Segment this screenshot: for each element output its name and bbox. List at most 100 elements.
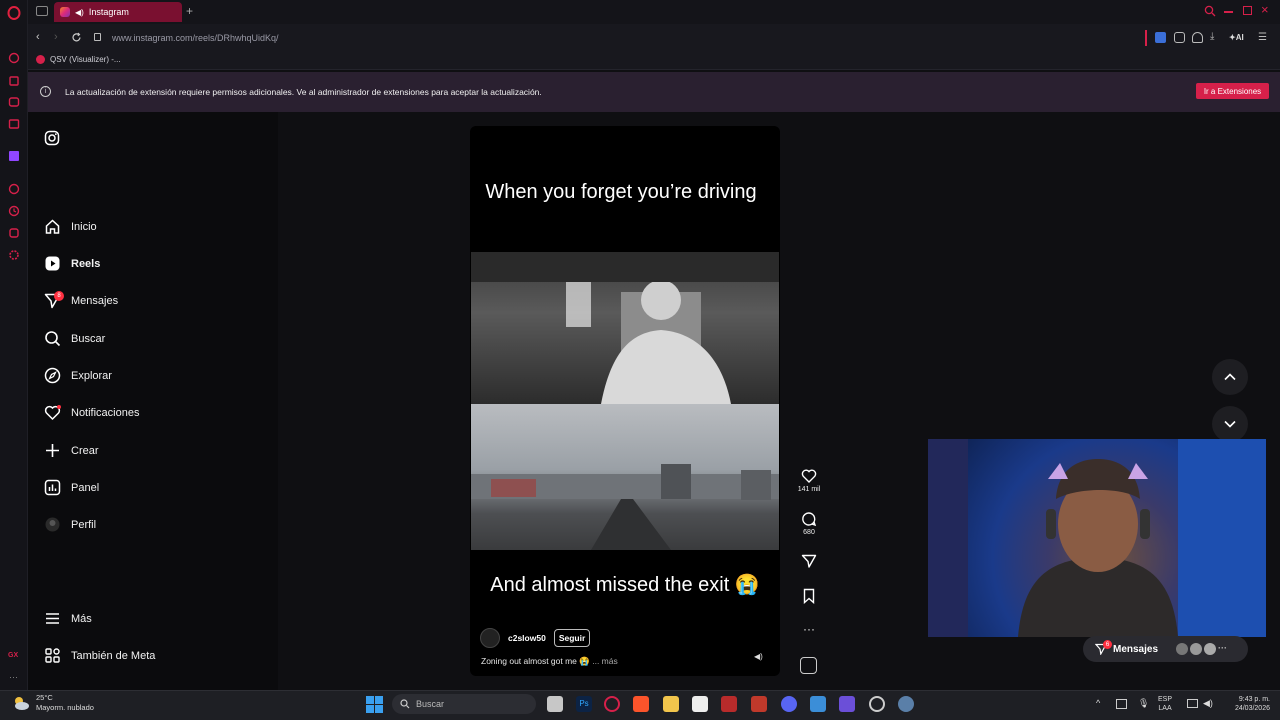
follow-button[interactable]: Seguir [553, 629, 591, 647]
maximize-icon[interactable] [1243, 6, 1252, 15]
caption-more-link[interactable]: ... más [592, 656, 618, 666]
speaker-icon[interactable]: ◀) [75, 8, 84, 17]
author-username[interactable]: c2slow50 [508, 633, 546, 643]
reel-caption: Zoning out almost got me 😭 ... más [481, 656, 618, 666]
network-icon[interactable] [1187, 699, 1198, 708]
nav-item-perfil[interactable]: Perfil [44, 516, 96, 533]
close-window-icon[interactable]: × [1261, 2, 1269, 17]
instagram-logo-icon[interactable] [44, 130, 60, 146]
sidebar-settings-icon[interactable] [7, 248, 21, 262]
opera-sidebar: GX ··· [0, 0, 28, 690]
sidebar-messenger-icon[interactable] [7, 95, 21, 109]
volume-icon[interactable]: ◀) [1203, 698, 1213, 709]
capcut-icon[interactable] [692, 696, 708, 712]
message-avatars: ··· [1176, 643, 1227, 655]
sidebar-speed-dial-icon[interactable] [7, 51, 21, 65]
like-heart-icon [801, 469, 817, 483]
url-field[interactable]: www.instagram.com/reels/DRhwhqUidKq/ [112, 33, 279, 43]
nav-item-inicio[interactable]: Inicio [44, 218, 97, 235]
tray-chevron-up-icon[interactable]: ^ [1096, 698, 1100, 708]
tab-instagram[interactable]: ◀) Instagram [54, 2, 182, 22]
sidebar-more-icon[interactable]: ··· [9, 672, 18, 682]
plus-icon [46, 444, 59, 457]
sidebar-player-icon[interactable] [7, 182, 21, 196]
photoshop-icon[interactable]: Ps [576, 696, 592, 712]
nav-item-panel[interactable]: Panel [44, 479, 99, 496]
audio-thumbnail-icon[interactable] [800, 657, 817, 674]
like-count: 141 mil [797, 486, 821, 493]
minimize-icon[interactable] [1224, 11, 1233, 13]
more-options-icon[interactable]: ··· [796, 622, 822, 636]
extensions-icon[interactable] [1174, 32, 1185, 43]
comment-count: 680 [803, 529, 815, 536]
profile-icon[interactable] [1192, 32, 1203, 43]
search-icon [45, 331, 61, 347]
bookmark-qsv[interactable]: QSV (Visualizer) -... [36, 55, 121, 64]
search-icon [400, 699, 410, 709]
taskbar-clock[interactable]: 9:43 p. m. 24/03/2026 [1222, 695, 1270, 713]
avatar [1190, 643, 1203, 655]
heart-icon [44, 405, 61, 421]
new-tab-plus-icon[interactable]: + [186, 4, 193, 18]
microphone-icon[interactable]: 🎙 [1138, 698, 1149, 709]
next-reel-button[interactable] [1212, 406, 1248, 442]
tab-bar [28, 0, 1280, 24]
taskbar-search[interactable]: Buscar [392, 694, 536, 714]
nav-item-explorar[interactable]: Explorar [44, 367, 112, 384]
windows-start-icon[interactable] [366, 696, 383, 713]
nav-item-crear[interactable]: Crear [44, 442, 99, 459]
bookmarks-bar [28, 52, 1280, 70]
obs-icon[interactable] [869, 696, 885, 712]
compass-icon [44, 367, 61, 384]
file-explorer-icon[interactable] [663, 696, 679, 712]
tab-title: Instagram [88, 7, 129, 17]
weather-condition: Mayorm. nublado [36, 703, 94, 712]
reel-author-row: c2slow50 Seguir [480, 628, 591, 648]
author-avatar[interactable] [480, 628, 500, 648]
apps-grid-icon[interactable] [839, 696, 855, 712]
discord-icon[interactable] [781, 696, 797, 712]
save-action[interactable] [796, 588, 822, 606]
aria-ai-button[interactable]: ✦AI [1229, 33, 1244, 42]
task-view-icon[interactable] [547, 696, 563, 712]
nav-item-buscar[interactable]: Buscar [44, 330, 105, 347]
sidebar-bag-icon[interactable] [7, 73, 21, 87]
input-language[interactable]: ESP LAA [1158, 695, 1172, 713]
back-icon[interactable]: ‹ [36, 31, 40, 43]
tab-search-icon[interactable] [1204, 5, 1216, 17]
app-icon[interactable] [751, 696, 767, 712]
webcam-overlay [928, 439, 1266, 637]
translate-icon[interactable] [1155, 32, 1166, 43]
gx-label: GX [8, 652, 19, 659]
comment-action[interactable]: 680 [796, 511, 822, 536]
reel-cabin-footage [471, 252, 779, 404]
download-icon[interactable]: ⤓ [1210, 31, 1214, 42]
forward-icon[interactable]: › [54, 31, 58, 43]
sidebar-twitch-icon[interactable] [7, 149, 21, 163]
tray-app-icon[interactable] [1116, 699, 1127, 709]
sidebar-history-icon[interactable] [7, 204, 21, 218]
sidebar-gmail-icon[interactable] [7, 117, 21, 131]
like-action[interactable]: 141 mil [796, 468, 822, 493]
menu-icon[interactable]: ☰ [1258, 32, 1267, 43]
share-action[interactable] [796, 553, 822, 571]
weather-widget[interactable]: 25°C Mayorm. nublado [12, 693, 94, 713]
workspaces-icon[interactable] [36, 6, 48, 16]
nav-item-reels[interactable]: Reels [44, 255, 100, 272]
opera-gx-icon[interactable] [604, 696, 620, 712]
avatar [1204, 643, 1217, 655]
go-to-extensions-button[interactable]: Ir a Extensiones [1196, 83, 1269, 99]
sidebar-extensions-icon[interactable] [7, 226, 21, 240]
mute-icon[interactable]: ◀) [754, 652, 763, 661]
reload-icon[interactable] [71, 32, 82, 43]
brave-icon[interactable] [633, 696, 649, 712]
photos-icon[interactable] [810, 696, 826, 712]
app-icon[interactable] [721, 696, 737, 712]
opera-logo-icon[interactable] [7, 6, 21, 20]
nav-item-tambien-de-meta[interactable]: También de Meta [44, 647, 155, 664]
reel-road-footage [471, 404, 779, 550]
nav-item-notificaciones[interactable]: Notificaciones [44, 404, 139, 421]
nav-item-mas[interactable]: Más [44, 610, 92, 627]
previous-reel-button[interactable] [1212, 359, 1248, 395]
settings-icon[interactable] [898, 696, 914, 712]
